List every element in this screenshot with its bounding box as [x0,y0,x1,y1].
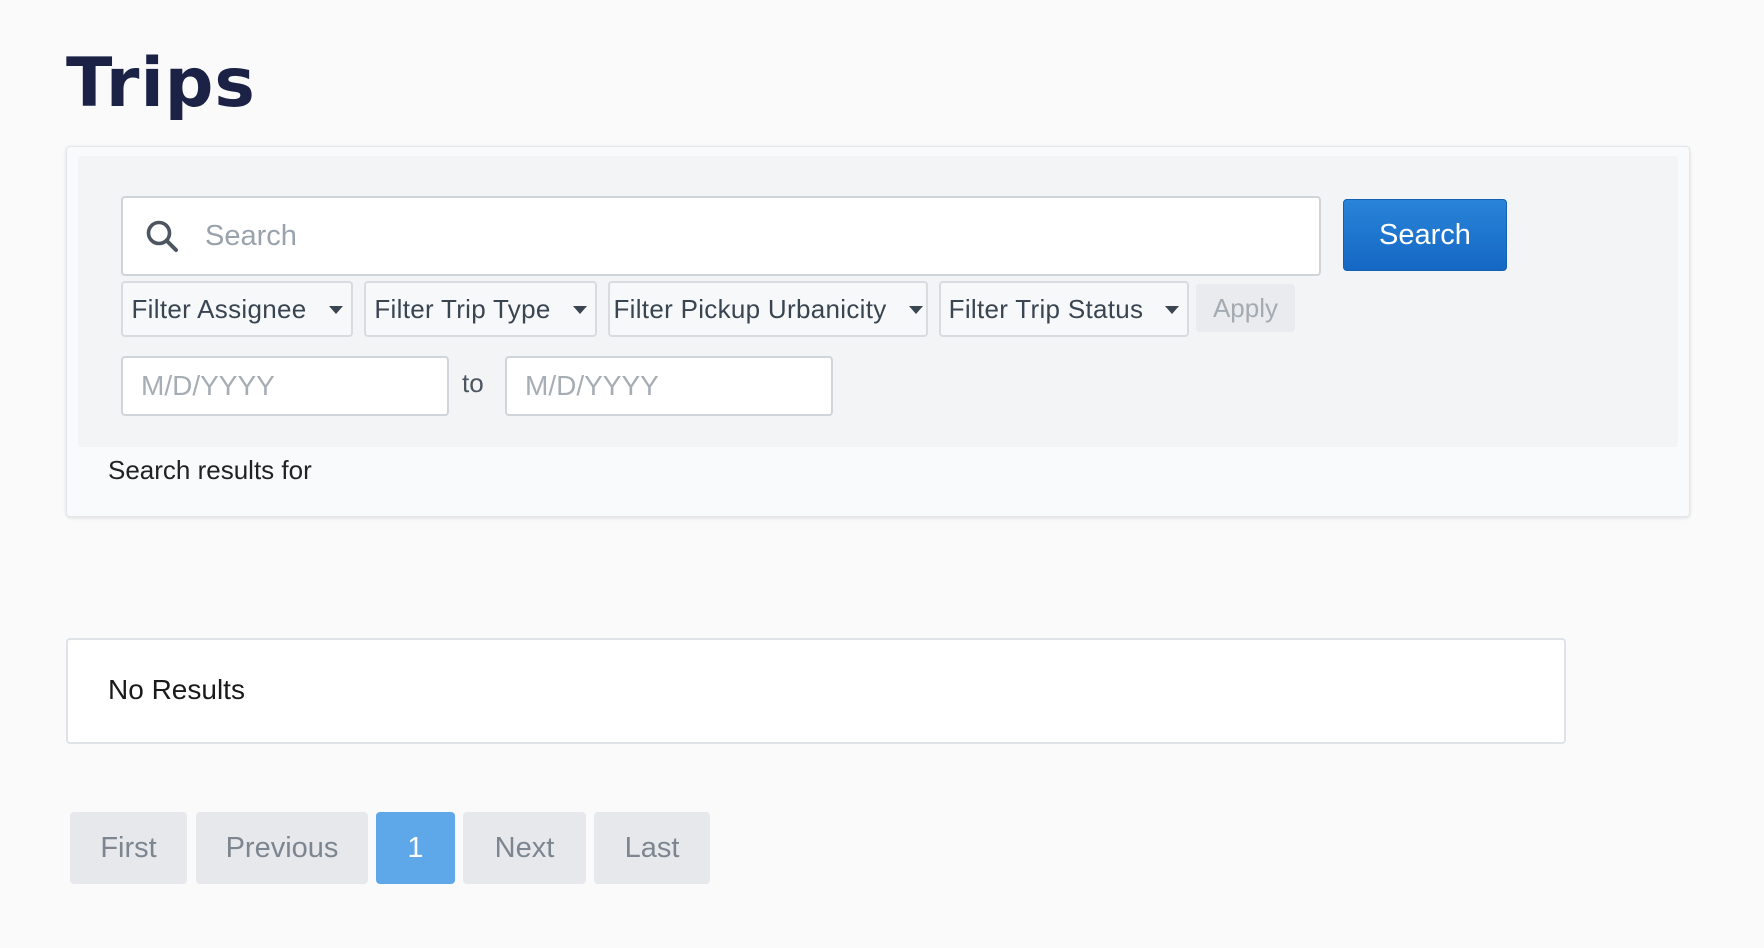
previous-page-button[interactable]: Previous [196,812,368,884]
search-icon [145,219,179,253]
first-page-button[interactable]: First [70,812,187,884]
filter-assignee-label: Filter Assignee [131,293,307,324]
caret-down-icon [1165,306,1180,314]
search-button[interactable]: Search [1343,199,1507,271]
next-page-button[interactable]: Next [463,812,586,884]
no-results-text: No Results [108,674,245,705]
page-title: Trips [66,44,256,123]
caret-down-icon [908,306,923,314]
filter-trip-type-dropdown[interactable]: Filter Trip Type [364,281,597,337]
filter-trip-status-dropdown[interactable]: Filter Trip Status [939,281,1189,337]
filter-pickup-urbanicity-label: Filter Pickup Urbanicity [613,293,887,324]
date-range-separator: to [462,368,484,398]
search-controls: Search Filter Assignee Filter Trip Type … [78,156,1678,447]
results-container: No Results [66,638,1566,744]
caret-down-icon [328,306,343,314]
filter-assignee-dropdown[interactable]: Filter Assignee [121,281,353,337]
date-from-input[interactable] [121,356,449,416]
search-input[interactable] [205,206,1285,266]
current-page-button[interactable]: 1 [376,812,455,884]
date-to-input[interactable] [505,356,833,416]
last-page-button[interactable]: Last [594,812,710,884]
search-results-for-label: Search results for [108,455,312,485]
filter-pickup-urbanicity-dropdown[interactable]: Filter Pickup Urbanicity [608,281,928,337]
search-box[interactable] [121,196,1321,276]
filter-trip-type-label: Filter Trip Type [374,293,551,324]
filter-trip-status-label: Filter Trip Status [948,293,1144,324]
caret-down-icon [572,306,587,314]
search-panel: Search Filter Assignee Filter Trip Type … [66,146,1690,517]
apply-button[interactable]: Apply [1196,284,1295,332]
